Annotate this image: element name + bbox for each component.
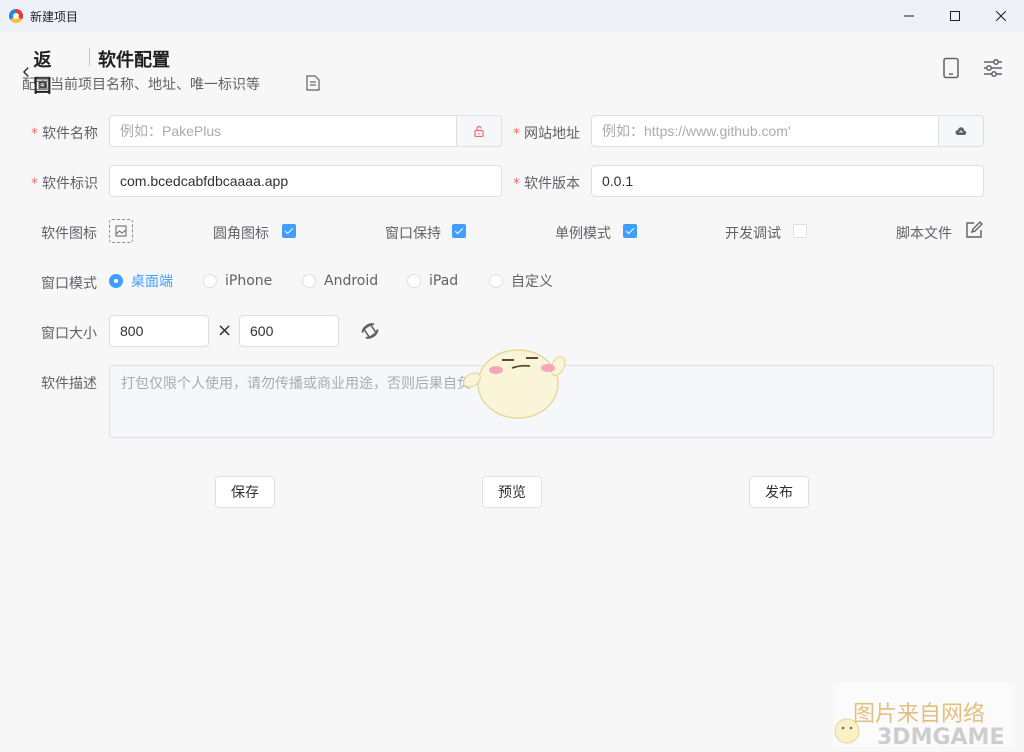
url-label: * 网站地址 [513, 126, 580, 142]
preview-button[interactable]: 预览 [482, 476, 542, 508]
document-icon[interactable] [306, 75, 320, 91]
version-input[interactable] [591, 165, 984, 197]
radio-desktop[interactable]: 桌面端 [109, 273, 173, 290]
publish-button[interactable]: 发布 [749, 476, 809, 508]
radio-label: 自定义 [511, 274, 553, 290]
settings-sliders-icon[interactable] [982, 57, 1004, 79]
radio-label: iPhone [225, 273, 273, 289]
radio-dot [203, 274, 217, 288]
times-separator: × [217, 320, 233, 341]
minimize-icon [904, 15, 914, 17]
option-label-debug: 开发调试 [725, 226, 781, 242]
window-width-input[interactable] [109, 315, 209, 347]
mobile-device-icon[interactable] [940, 57, 962, 79]
icon-label: 软件图标 [41, 226, 97, 242]
option-label-keep-window: 窗口保持 [385, 226, 441, 242]
window-controls [886, 0, 1024, 32]
radio-iphone[interactable]: iPhone [203, 273, 272, 289]
radio-custom[interactable]: 自定义 [489, 273, 553, 290]
swap-size-icon[interactable] [359, 320, 381, 342]
maximize-button[interactable] [932, 0, 978, 32]
radio-label: iPad [429, 273, 459, 289]
cloud-upload-icon [955, 127, 967, 135]
window-height-input[interactable] [239, 315, 339, 347]
keep-window-checkbox[interactable] [452, 224, 466, 238]
maximize-icon [950, 11, 960, 21]
radio-ipad[interactable]: iPad [407, 273, 458, 289]
script-label: 脚本文件 [896, 226, 952, 242]
name-input[interactable] [109, 115, 457, 147]
header-divider [89, 48, 90, 66]
icon-upload-box[interactable] [109, 219, 133, 243]
page-title: 软件配置 [98, 50, 170, 71]
window-mode-label: 窗口模式 [41, 276, 97, 292]
watermark: 图片来自网络 3DMGAME [833, 683, 1015, 747]
window-title: 新建项目 [30, 9, 79, 24]
name-lock-button[interactable] [456, 115, 502, 147]
close-button[interactable] [978, 0, 1024, 32]
version-label: * 软件版本 [513, 176, 580, 192]
url-upload-button[interactable] [938, 115, 984, 147]
minimize-button[interactable] [886, 0, 932, 32]
description-label: 软件描述 [41, 376, 97, 392]
save-button[interactable]: 保存 [215, 476, 275, 508]
name-label: * 软件名称 [31, 126, 98, 142]
radio-dot [302, 274, 316, 288]
option-label-rounded: 圆角图标 [213, 226, 269, 242]
radio-android[interactable]: Android [302, 273, 378, 289]
rounded-icon-checkbox[interactable] [282, 224, 296, 238]
option-label-single-instance: 单例模式 [555, 226, 611, 242]
identifier-label: * 软件标识 [31, 176, 98, 192]
radio-label: Android [324, 273, 379, 289]
radio-dot [109, 274, 123, 288]
single-instance-checkbox[interactable] [623, 224, 637, 238]
watermark-line1: 图片来自网络 [853, 702, 985, 727]
page-subtitle: 配置当前项目名称、地址、唯一标识等 [22, 77, 260, 93]
debug-checkbox[interactable] [793, 224, 807, 238]
radio-dot [407, 274, 421, 288]
radio-dot [489, 274, 503, 288]
identifier-input[interactable] [109, 165, 502, 197]
app-logo-icon [9, 9, 23, 23]
mascot-sticker [463, 349, 566, 419]
window-titlebar: 新建项目 [0, 0, 1024, 32]
radio-label: 桌面端 [131, 274, 173, 290]
url-input[interactable] [591, 115, 939, 147]
window-size-label: 窗口大小 [41, 326, 97, 342]
watermark-line2: 3DMGAME [877, 725, 1004, 747]
edit-icon[interactable] [965, 221, 983, 239]
image-icon [115, 225, 127, 237]
close-icon [996, 11, 1006, 21]
lock-icon [474, 125, 484, 137]
